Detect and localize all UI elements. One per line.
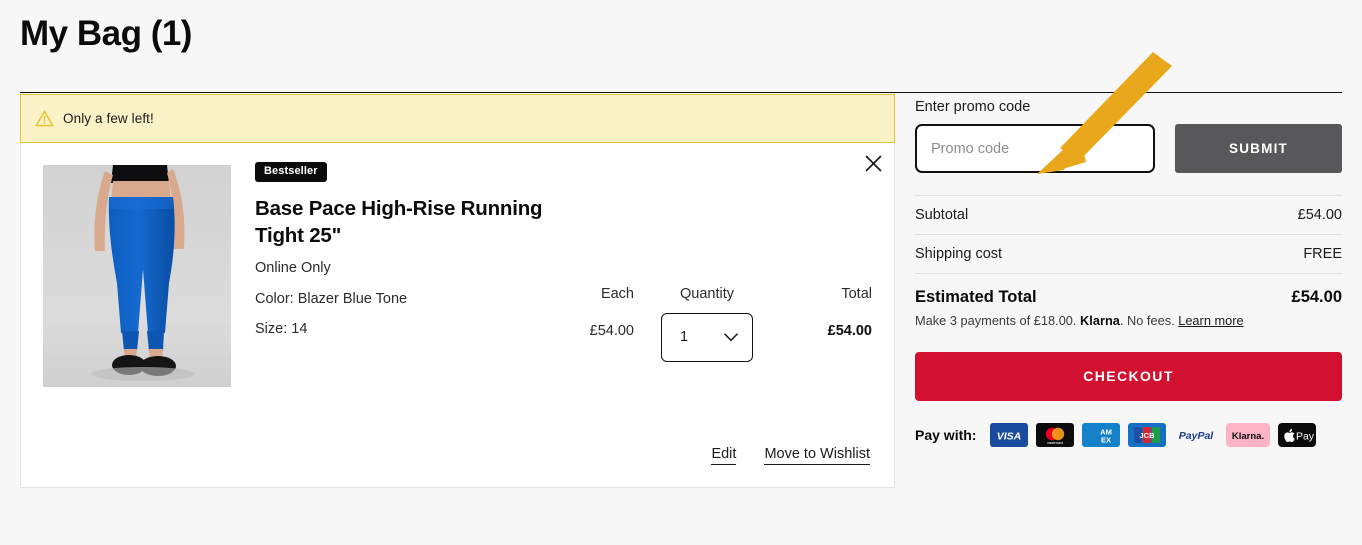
warning-triangle-icon [35,110,54,127]
each-label: Each [600,286,634,303]
low-stock-alert: Only a few left! [20,94,895,144]
product-image[interactable] [43,165,231,388]
payment-methods-row: Pay with: VISA mastercard AM EX JCB PayP… [915,422,1342,447]
quantity-select[interactable]: 1 [661,312,753,362]
estimated-total-value: £54.00 [1291,288,1342,307]
klarna-prefix: Make 3 payments of £18.00. [915,313,1081,329]
page-header: My Bag (1) [0,0,1362,54]
svg-text:Pay: Pay [1296,430,1315,442]
product-image-art [43,165,231,388]
quantity-label: Quantity [680,286,734,303]
subtotal-label: Subtotal [915,207,969,224]
promo-code-input[interactable] [915,124,1155,174]
chevron-down-icon [724,333,738,341]
svg-text:PayPal: PayPal [1179,430,1215,442]
estimated-total-label: Estimated Total [915,288,1037,307]
visa-icon: VISA [990,422,1029,447]
svg-text:VISA: VISA [997,430,1022,442]
estimated-total-row: Estimated Total £54.00 [915,274,1342,313]
svg-text:JCB: JCB [1140,431,1156,440]
each-column: Each £54.00 [534,287,634,338]
klarna-icon: Klarna. [1226,422,1271,447]
quantity-column: Quantity 1 [652,287,762,362]
shipping-value: FREE [1303,246,1342,263]
paypal-icon: PayPal [1174,422,1219,447]
low-stock-alert-text: Only a few left! [63,111,154,127]
summary-row-shipping: Shipping cost FREE [915,235,1342,275]
pay-with-label: Pay with: [915,426,977,443]
product-details: Bestseller Base Pace High-Rise Running T… [255,161,872,362]
bag-item-card: Bestseller Base Pace High-Rise Running T… [20,143,895,489]
klarna-suffix: . No fees. [1119,313,1179,329]
svg-text:mastercard: mastercard [1047,441,1063,445]
shipping-label: Shipping cost [915,246,1003,263]
page-title: My Bag (1) [20,14,192,53]
jcb-icon: JCB [1128,422,1167,447]
bag-items-column: Only a few left! Bestseller Base Pace Hi… [20,94,895,489]
svg-text:Klarna.: Klarna. [1232,431,1264,442]
bestseller-badge: Bestseller [255,162,327,183]
product-name[interactable]: Base Pace High-Rise Running Tight 25" [255,195,555,249]
order-summary-column: Enter promo code SUBMIT Subtotal £54.00 … [915,94,1342,447]
apple-pay-icon: Pay [1278,422,1317,447]
svg-text:EX: EX [1101,435,1111,444]
edit-item-link[interactable]: Edit [711,446,737,466]
total-column: Total £54.00 [780,287,872,338]
klarna-message: Make 3 payments of £18.00. Klarna. No fe… [915,313,1342,330]
promo-code-row: SUBMIT [915,124,1342,174]
quantity-value: 1 [680,329,689,346]
total-label: Total [841,286,872,303]
summary-row-subtotal: Subtotal £54.00 [915,195,1342,236]
klarna-learn-more-link[interactable]: Learn more [1178,313,1243,328]
product-availability: Online Only [255,260,331,277]
product-row: Bestseller Base Pace High-Rise Running T… [43,161,872,388]
total-price: £54.00 [827,322,872,339]
checkout-button[interactable]: CHECKOUT [915,351,1342,401]
subtotal-value: £54.00 [1297,207,1342,224]
promo-code-label: Enter promo code [915,99,1031,116]
klarna-brand: Klarna [1080,313,1120,329]
header-divider [20,92,1342,93]
item-actions: Edit Move to Wishlist [711,446,870,466]
mastercard-icon: mastercard [1036,422,1075,447]
bag-layout: Only a few left! Bestseller Base Pace Hi… [0,94,1362,489]
move-to-wishlist-link[interactable]: Move to Wishlist [764,446,870,466]
each-price: £54.00 [589,322,634,339]
product-thumbnail-wrap[interactable] [43,161,231,388]
promo-submit-button[interactable]: SUBMIT [1175,124,1342,174]
amex-icon: AM EX [1082,422,1121,447]
price-quantity-grid: Each £54.00 Quantity 1 Total £54.00 [534,287,872,362]
